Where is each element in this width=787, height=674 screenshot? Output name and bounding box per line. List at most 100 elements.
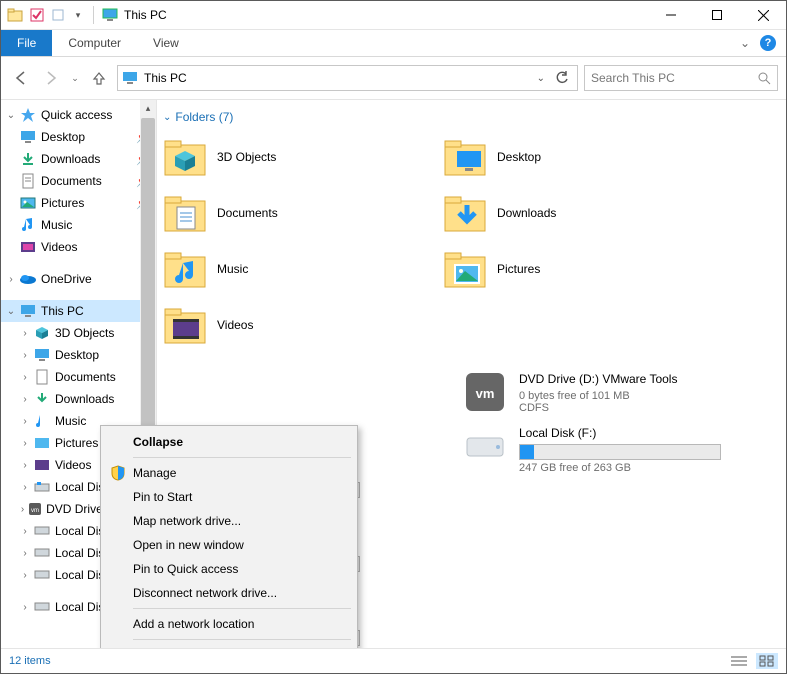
minimize-button[interactable] <box>648 1 694 29</box>
pictures-icon <box>19 194 37 212</box>
tree-onedrive[interactable]: ›OneDrive <box>1 268 156 290</box>
ctx-add-loc[interactable]: Add a network location <box>103 612 355 636</box>
item-count: 12 items <box>9 655 51 667</box>
qat-dropdown-icon[interactable]: ▾ <box>73 7 83 23</box>
tree-this-pc[interactable]: ⌄This PC <box>1 300 156 322</box>
downloads-icon <box>33 390 51 408</box>
drive-icon <box>33 522 51 540</box>
pictures-icon <box>33 434 51 452</box>
refresh-icon[interactable] <box>551 71 573 85</box>
ctx-disconnect[interactable]: Disconnect network drive... <box>103 581 355 605</box>
tree-pc-downloads[interactable]: ›Downloads <box>1 388 156 410</box>
folders-section-header[interactable]: ⌄Folders (7) <box>157 100 786 132</box>
music-icon <box>19 216 37 234</box>
tree-qa-documents[interactable]: Documents📌 <box>1 170 156 192</box>
this-pc-icon <box>102 8 118 22</box>
details-view-icon[interactable] <box>728 653 750 669</box>
separator <box>133 639 351 640</box>
ribbon-tabs: File Computer View ⌄ ? <box>1 30 786 57</box>
tree-quick-access[interactable]: ⌄Quick access <box>1 104 156 126</box>
ctx-map-drive[interactable]: Map network drive... <box>103 509 355 533</box>
music-icon <box>33 412 51 430</box>
folder-downloads[interactable]: Downloads <box>443 188 683 238</box>
tree-qa-downloads[interactable]: Downloads📌 <box>1 148 156 170</box>
tab-computer[interactable]: Computer <box>52 30 137 56</box>
up-button[interactable] <box>87 66 111 90</box>
window-title: This PC <box>124 8 167 22</box>
drive-local-f[interactable]: Local Disk (F:) 247 GB free of 263 GB <box>463 424 763 474</box>
folder-music[interactable]: Music <box>163 244 403 294</box>
explorer-window: ▾ This PC File Computer View ⌄ ? ⌄ This … <box>0 0 787 674</box>
svg-text:vm: vm <box>476 386 495 401</box>
tree-qa-music[interactable]: Music <box>1 214 156 236</box>
close-button[interactable] <box>740 1 786 29</box>
separator <box>93 6 94 24</box>
usage-bar <box>519 444 721 460</box>
tree-pc-3dobjects[interactable]: ›3D Objects <box>1 322 156 344</box>
chevron-down-icon[interactable]: ⌄ <box>533 73 549 84</box>
tree-qa-pictures[interactable]: Pictures📌 <box>1 192 156 214</box>
tree-pc-desktop[interactable]: ›Desktop <box>1 344 156 366</box>
ctx-pin-start[interactable]: Pin to Start <box>103 485 355 509</box>
folder-pictures[interactable]: Pictures <box>443 244 683 294</box>
drives-row-1: vm DVD Drive (D:) VMware Tools 0 bytes f… <box>157 370 786 424</box>
documents-icon <box>33 368 51 386</box>
drive-dvd-d[interactable]: vm DVD Drive (D:) VMware Tools 0 bytes f… <box>463 370 763 414</box>
address-controls: ⌄ <box>533 71 573 85</box>
search-box[interactable]: Search This PC <box>584 65 778 91</box>
view-switcher <box>728 653 778 669</box>
vmware-icon: vm <box>463 370 507 414</box>
this-pc-icon <box>19 302 37 320</box>
this-pc-icon <box>122 71 138 85</box>
ctx-collapse[interactable]: Collapse <box>103 430 355 454</box>
folders-grid: 3D Objects Desktop Documents Downloads M… <box>157 132 786 356</box>
tree-qa-videos[interactable]: Videos <box>1 236 156 258</box>
desktop-icon <box>33 346 51 364</box>
dvd-icon: vm <box>28 500 42 518</box>
folder-desktop[interactable]: Desktop <box>443 132 683 182</box>
desktop-icon <box>19 128 37 146</box>
search-icon <box>757 71 771 85</box>
tree-pc-documents[interactable]: ›Documents <box>1 366 156 388</box>
drive-icon <box>33 566 51 584</box>
ctx-manage[interactable]: Manage <box>103 461 355 485</box>
breadcrumb[interactable]: This PC <box>144 71 187 85</box>
tree-qa-desktop[interactable]: Desktop📌 <box>1 126 156 148</box>
navigation-bar: ⌄ This PC ⌄ Search This PC <box>1 57 786 100</box>
drive-icon <box>33 544 51 562</box>
star-icon <box>19 106 37 124</box>
forward-button[interactable] <box>39 66 63 90</box>
body: ⌄Quick access Desktop📌 Downloads📌 Docume… <box>1 100 786 648</box>
properties-icon[interactable] <box>29 7 45 23</box>
videos-icon <box>33 456 51 474</box>
videos-icon <box>19 238 37 256</box>
context-menu: Collapse Manage Pin to Start Map network… <box>100 425 358 648</box>
help-icon[interactable]: ? <box>760 35 776 51</box>
chevron-down-icon: ⌄ <box>163 112 171 123</box>
scroll-up-icon[interactable]: ▴ <box>140 100 156 116</box>
tab-file[interactable]: File <box>1 30 52 56</box>
folder-documents[interactable]: Documents <box>163 188 403 238</box>
ctx-delete[interactable]: Delete <box>103 643 355 648</box>
drive-icon <box>33 478 51 496</box>
maximize-button[interactable] <box>694 1 740 29</box>
ribbon-collapse-icon[interactable]: ⌄ <box>740 36 750 50</box>
svg-text:vm: vm <box>31 508 39 514</box>
tiles-view-icon[interactable] <box>756 653 778 669</box>
folder-icon <box>7 7 23 23</box>
back-button[interactable] <box>9 66 33 90</box>
window-controls <box>648 1 786 29</box>
ctx-open-new[interactable]: Open in new window <box>103 533 355 557</box>
folder-videos[interactable]: Videos <box>163 300 403 350</box>
recent-dropdown-icon[interactable]: ⌄ <box>69 66 81 90</box>
ctx-pin-qa[interactable]: Pin to Quick access <box>103 557 355 581</box>
drive-icon <box>33 598 51 616</box>
separator <box>133 608 351 609</box>
tab-view[interactable]: View <box>137 30 195 56</box>
status-bar: 12 items <box>1 648 786 673</box>
folder-3dobjects[interactable]: 3D Objects <box>163 132 403 182</box>
documents-icon <box>19 172 37 190</box>
new-folder-icon[interactable] <box>51 7 67 23</box>
onedrive-icon <box>19 270 37 288</box>
address-bar[interactable]: This PC ⌄ <box>117 65 578 91</box>
